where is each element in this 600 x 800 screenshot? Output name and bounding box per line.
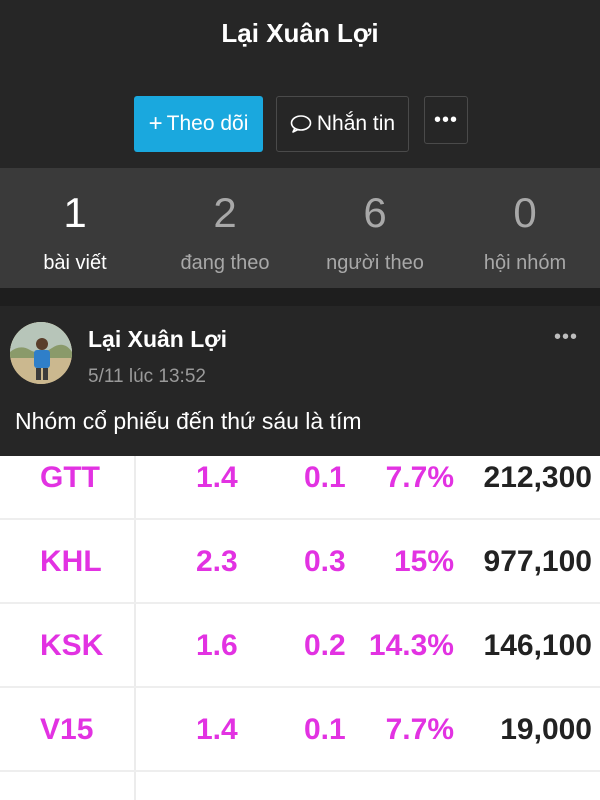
stock-change: 0.3	[304, 545, 346, 578]
stock-change: 0.1	[304, 713, 346, 746]
stat-value: 6	[363, 189, 387, 236]
stat-label: hội nhóm	[483, 252, 567, 274]
stock-change: 0.2	[304, 629, 346, 662]
stock-code: KHL	[40, 545, 102, 578]
stock-percent: 15%	[393, 545, 454, 578]
plus-icon: +	[148, 110, 163, 137]
stat-label: đang theo	[180, 252, 270, 274]
avatar-photo	[10, 322, 72, 384]
stat-value: 2	[213, 189, 237, 236]
stock-percent: 14.3%	[368, 629, 454, 662]
table-row: KSK 1.6 0.2 14.3% 146,100	[0, 604, 600, 688]
table-row: KHL 2.3 0.3 15% 977,100	[0, 520, 600, 604]
stock-volume: 19,000	[500, 713, 592, 746]
follow-button[interactable]: + Theo dõi	[134, 96, 263, 152]
stat-label: người theo	[326, 252, 424, 274]
post-menu-button[interactable]: •••	[554, 326, 578, 349]
stock-code: V15	[40, 713, 94, 746]
post-timestamp: 5/11 lúc 13:52	[88, 366, 206, 387]
stat-followers[interactable]: 6 người theo	[300, 168, 450, 288]
table-row: GTT 1.4 0.1 7.7% 212,300	[0, 456, 600, 520]
stat-groups[interactable]: 0 hội nhóm	[450, 168, 600, 288]
message-label: Nhắn tin	[316, 112, 396, 135]
section-divider	[0, 288, 600, 306]
profile-name: Lại Xuân Lợi	[221, 18, 379, 48]
stock-volume: 146,100	[483, 629, 592, 662]
chat-bubble-icon	[290, 115, 312, 133]
more-icon: •••	[433, 108, 458, 131]
stat-label: bài viết	[43, 252, 107, 274]
avatar[interactable]	[10, 322, 72, 384]
stat-value: 1	[63, 189, 87, 236]
stock-price: 1.6	[196, 629, 238, 662]
stat-posts[interactable]: 1 bài viết	[0, 168, 150, 288]
post-text: Nhóm cổ phiếu đến thứ sáu là tím	[15, 408, 362, 434]
stat-following[interactable]: 2 đang theo	[150, 168, 300, 288]
stock-percent: 7.7%	[385, 713, 454, 746]
stock-volume: 977,100	[483, 545, 592, 578]
post-card: Lại Xuân Lợi 5/11 lúc 13:52 ••• Nhóm cổ …	[0, 306, 600, 456]
table-row: V15 1.4 0.1 7.7% 19,000	[0, 688, 600, 772]
stock-price: 1.4	[196, 713, 238, 746]
profile-header: Lại Xuân Lợi + Theo dõi Nhắn tin •••	[0, 0, 600, 168]
stock-code: KSK	[40, 629, 104, 662]
stat-value: 0	[513, 189, 537, 236]
stock-price: 2.3	[196, 545, 238, 578]
stock-change: 0.1	[304, 461, 346, 494]
post-image-stock-table[interactable]: GTT 1.4 0.1 7.7% 212,300 KHL 2.3 0.3 15%…	[0, 456, 600, 800]
message-button[interactable]: Nhắn tin	[276, 96, 409, 152]
profile-stats: 1 bài viết 2 đang theo 6 người theo 0 hộ…	[0, 168, 600, 288]
post-author[interactable]: Lại Xuân Lợi	[88, 326, 227, 353]
stock-volume: 212,300	[483, 461, 592, 494]
stock-percent: 7.7%	[385, 461, 454, 494]
stock-price: 1.4	[196, 461, 238, 494]
stock-code: GTT	[40, 461, 100, 494]
more-options-button[interactable]: •••	[424, 96, 468, 144]
follow-label: Theo dõi	[166, 112, 249, 135]
